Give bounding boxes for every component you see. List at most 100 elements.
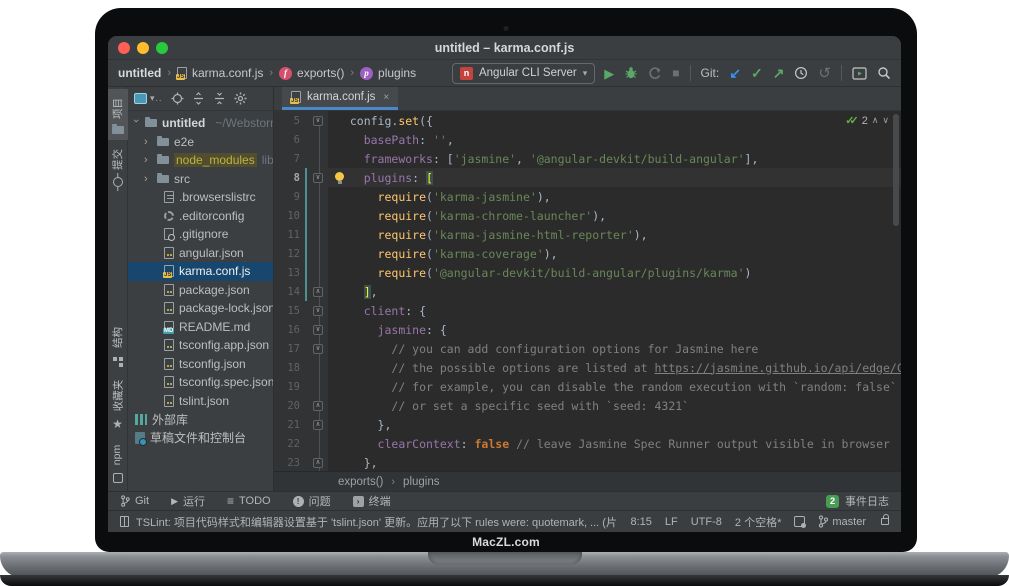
caret-position[interactable]: 8:15 (630, 516, 651, 528)
git-update-button[interactable]: ↙ (729, 66, 741, 80)
editor-tab-karma-conf[interactable]: JS karma.conf.js × (282, 87, 398, 110)
run-configuration-select[interactable]: n Angular CLI Server ▾ (452, 63, 595, 84)
tree-item[interactable]: tslint.json (128, 392, 273, 411)
code-line[interactable]: 18 // the possible options are listed at… (274, 358, 901, 377)
tree-item[interactable]: 外部库 (128, 410, 273, 429)
tree-item[interactable]: tsconfig.spec.json (128, 373, 273, 392)
stop-button[interactable]: ■ (672, 67, 679, 79)
fold-close-icon[interactable]: ∧ (313, 420, 323, 430)
code-line[interactable]: 21∧ }, (274, 415, 901, 434)
run-button[interactable]: ▶ (604, 67, 614, 80)
intention-bulb-icon[interactable] (335, 172, 344, 181)
tool-window-button-run[interactable]: ▶运行 (171, 493, 205, 509)
project-settings-button[interactable] (234, 92, 247, 105)
project-view-selector-icon[interactable] (134, 93, 147, 104)
code-line[interactable]: 9 require('karma-jasmine'), (274, 187, 901, 206)
close-tab-icon[interactable]: × (383, 92, 389, 103)
tree-item[interactable]: angular.json (128, 244, 273, 263)
run-anything-button[interactable] (852, 67, 867, 80)
indent-setting[interactable]: 2 个空格* (735, 514, 781, 530)
code-line[interactable]: 5∨ config.set({ (274, 111, 901, 130)
code-line[interactable]: 11 require('karma-jasmine-html-reporter'… (274, 225, 901, 244)
status-message-area[interactable]: TSLint: 项目代码样式和编辑器设置基于 'tslint.json' 更新。… (120, 514, 617, 530)
expand-all-button[interactable] (192, 92, 205, 105)
tree-item[interactable]: 草稿文件和控制台 (128, 429, 273, 448)
code-line[interactable]: 12 require('karma-coverage'), (274, 244, 901, 263)
breadcrumb-item[interactable]: JSkarma.conf.js (177, 66, 263, 80)
tool-window-button-terminal[interactable]: ›终端 (353, 493, 391, 509)
tree-item[interactable]: package.json (128, 281, 273, 300)
code-line[interactable]: 17∨ // you can add configuration options… (274, 339, 901, 358)
code-line[interactable]: 10 require('karma-chrome-launcher'), (274, 206, 901, 225)
tree-item[interactable]: JSkarma.conf.js (128, 262, 273, 281)
tool-button-project[interactable]: 项目 (108, 89, 128, 140)
tool-window-button-branch[interactable]: Git (120, 495, 149, 507)
code-line[interactable]: 6 basePath: '', (274, 130, 901, 149)
chevron-collapsed-icon[interactable]: › (144, 136, 152, 148)
fold-open-icon[interactable]: ∨ (313, 344, 323, 354)
tree-item[interactable]: MDREADME.md (128, 318, 273, 337)
fold-open-icon[interactable]: ∨ (313, 325, 323, 335)
code-line[interactable]: 8∨ plugins: [ (274, 168, 901, 187)
code-line[interactable]: 20∧ // or set a specific seed with `seed… (274, 396, 901, 415)
zoom-window-button[interactable] (156, 42, 168, 54)
next-problem-icon[interactable]: ∨ (882, 115, 889, 126)
fold-open-icon[interactable]: ∨ (313, 306, 323, 316)
code-line[interactable]: 14∧ ], (274, 282, 901, 301)
tree-item[interactable]: ›node_moduleslibrary root (128, 151, 273, 170)
breadcrumb-item[interactable]: untitled (118, 66, 161, 80)
tree-item[interactable]: .gitignore (128, 225, 273, 244)
minimize-window-button[interactable] (137, 42, 149, 54)
inspections-profile-icon[interactable] (794, 516, 805, 527)
locate-file-button[interactable] (171, 92, 184, 105)
search-everywhere-button[interactable] (877, 66, 891, 80)
code-line[interactable]: 19 // for example, you can disable the r… (274, 377, 901, 396)
code-line[interactable]: 15∨ client: { (274, 301, 901, 320)
tree-item[interactable]: tsconfig.json (128, 355, 273, 374)
breadcrumb-item[interactable]: pplugins (360, 66, 416, 80)
editor-breadcrumb-item[interactable]: exports() (338, 476, 383, 488)
tree-item[interactable]: package-lock.json (128, 299, 273, 318)
fold-open-icon[interactable]: ∨ (313, 116, 323, 126)
tree-item[interactable]: tsconfig.app.json (128, 336, 273, 355)
chevron-expanded-icon[interactable]: › (130, 119, 142, 127)
code-line[interactable]: 23∧ }, (274, 453, 901, 471)
tree-item[interactable]: .browserslistrc (128, 188, 273, 207)
chevron-collapsed-icon[interactable]: › (144, 154, 152, 166)
fold-close-icon[interactable]: ∧ (313, 458, 323, 468)
inspection-widget[interactable]: ✓✓ 2 ∧ ∨ (845, 114, 889, 127)
fold-close-icon[interactable]: ∧ (313, 287, 323, 297)
line-separator[interactable]: LF (665, 516, 678, 528)
code-line[interactable]: 22 clearContext: false // leave Jasmine … (274, 434, 901, 453)
tool-button-commit[interactable]: 提交 (108, 140, 128, 193)
tool-button-structure[interactable]: 结构 (108, 318, 128, 371)
editor-scrollbar-thumb[interactable] (893, 114, 899, 226)
code-line[interactable]: 13 require('@angular-devkit/build-angula… (274, 263, 901, 282)
fold-open-icon[interactable]: ∨ (313, 173, 323, 183)
git-commit-button[interactable]: ✓ (751, 66, 763, 80)
fold-close-icon[interactable]: ∧ (313, 401, 323, 411)
tool-window-button-problem[interactable]: !问题 (293, 493, 331, 509)
git-branch-widget[interactable]: master (818, 515, 866, 528)
code-viewport[interactable]: 5∨ config.set({6 basePath: '',7 framewor… (274, 111, 901, 471)
breadcrumb-item[interactable]: fexports() (279, 66, 344, 80)
tool-button-npm[interactable]: npm (108, 436, 128, 489)
tool-button-favorites[interactable]: 收藏夹 ★ (108, 371, 128, 436)
code-line[interactable]: 16∨ jasmine: { (274, 320, 901, 339)
code-line[interactable]: 7 frameworks: ['jasmine', '@angular-devk… (274, 149, 901, 168)
editor-breadcrumb-item[interactable]: plugins (403, 476, 439, 488)
collapse-all-button[interactable] (213, 92, 226, 105)
tree-root-row[interactable]: › untitled ~/WebstormProjects/untitled (128, 114, 273, 133)
tool-window-button-todo[interactable]: ≡TODO (227, 494, 271, 508)
history-button[interactable] (794, 66, 808, 80)
tree-item[interactable]: ›src (128, 170, 273, 189)
prev-problem-icon[interactable]: ∧ (872, 115, 879, 126)
event-log-button[interactable]: 2 事件日志 (826, 493, 889, 509)
chevron-collapsed-icon[interactable]: › (144, 173, 152, 185)
tree-item[interactable]: ›e2e (128, 133, 273, 152)
debug-button[interactable] (624, 66, 638, 80)
git-push-button[interactable]: ↗ (773, 66, 785, 80)
lock-icon[interactable] (881, 518, 889, 525)
coverage-button[interactable] (648, 66, 662, 80)
close-window-button[interactable] (118, 42, 130, 54)
